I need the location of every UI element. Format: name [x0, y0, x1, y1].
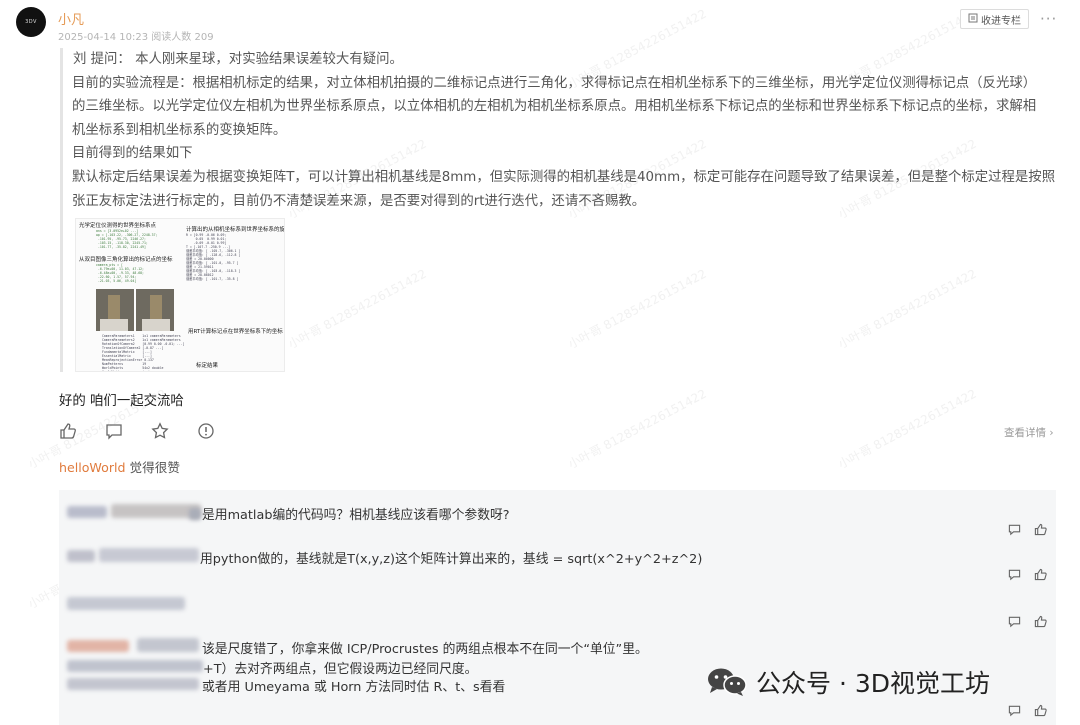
wechat-brand-watermark: 公众号 · 3D视觉工坊 [706, 664, 990, 700]
quote-line: 机坐标系到相机坐标系的变换矩阵。 [72, 122, 287, 138]
collect-label: 收进专栏 [981, 15, 1021, 27]
liked-by: helloWorld 觉得很赞 [59, 457, 180, 476]
avatar-logo: 3DV [25, 19, 37, 25]
wechat-icon [706, 667, 748, 697]
result-screenshot-image[interactable]: 光学定位仪测得的世界坐标系点 ans = [3.0952e+02 ...] wp… [75, 218, 285, 372]
figure-caption: 计算出的从相机坐标系到世界坐标系的旋转平移矩阵 [186, 227, 285, 233]
collect-button[interactable]: 收进专栏 [960, 9, 1029, 29]
figure-caption: 用RT计算标记点在世界坐标系下的坐标 [188, 329, 283, 335]
liked-user[interactable]: helloWorld [59, 460, 126, 475]
quote-line: 刘 提问： 本人刚来星球，对实验结果误差较大有疑问。 [73, 52, 403, 67]
more-menu-icon[interactable]: ··· [1040, 10, 1057, 28]
thumbs-up-icon[interactable] [1033, 614, 1047, 628]
quote-line: 张正友标定法进行标定的，目前仍不清楚误差来源，是否要对得到的rt进行迭代，还请不… [72, 193, 646, 209]
reply-icon[interactable] [1007, 522, 1021, 536]
quote-line: 目前得到的结果如下 [72, 146, 193, 162]
reply-text: 好的 咱们一起交流哈 [59, 394, 184, 409]
comment-actions [1007, 522, 1047, 536]
quoted-question: 刘 提问： 本人刚来星球，对实验结果误差较大有疑问。 目前的实验流程是：根据相机… [60, 48, 1060, 372]
figure-caption: 从双目图像三角化算出的标记点的坐标 [79, 257, 173, 263]
comment-actions [1007, 614, 1047, 628]
action-bar [59, 422, 215, 440]
comment-text: 是用matlab编的代码吗？相机基线应该看哪个参数呀? [202, 508, 510, 523]
reply-icon[interactable] [1007, 614, 1021, 628]
view-detail-link[interactable]: 查看详情 › [1004, 425, 1054, 440]
reply-icon[interactable] [1007, 567, 1021, 581]
collect-icon [968, 13, 978, 26]
quote-line: 目前的实验流程是：根据相机标定的结果，对立体相机拍摄的二维标记点进行三角化，求得… [72, 75, 1037, 91]
alert-circle-icon[interactable] [197, 422, 215, 440]
quote-line: 默认标定后结果误差为根据变换矩阵T，可以计算出相机基线是8mm，但实际测得的相机… [72, 169, 1056, 185]
comment-icon[interactable] [105, 422, 123, 440]
comment-line: +T）去对齐两组点，但它假设两边已经同尺度。 [203, 662, 478, 677]
figure-caption: 光学定位仪测得的世界坐标系点 [79, 223, 157, 229]
star-icon[interactable] [151, 422, 169, 440]
author-name[interactable]: 小凡 [58, 9, 84, 28]
quote-line: 的三维坐标。以光学定位仪左相机为世界坐标系原点，以立体相机的左相机为相机坐标系原… [72, 99, 1037, 115]
comment-line: 该是尺度错了，你拿来做 ICP/Procrustes 的两组点根本不在同一个“单… [202, 642, 648, 657]
thumbs-up-icon[interactable] [1033, 567, 1047, 581]
figure-caption: 标定结果 [196, 363, 219, 369]
thumbs-up-icon[interactable] [1033, 703, 1047, 717]
post-meta: 2025-04-14 10:23 阅读人数 209 [58, 32, 214, 43]
reply-icon[interactable] [1007, 703, 1021, 717]
comment-actions [1007, 567, 1047, 581]
comment-text: 用python做的，基线就是T(x,y,z)这个矩阵计算出来的，基线 = sqr… [200, 552, 703, 567]
liked-text: 觉得很赞 [125, 460, 180, 475]
comment-line: 或者用 Umeyama 或 Horn 方法同时估 R、t、s看看 [202, 680, 506, 695]
thumbs-up-icon[interactable] [1033, 522, 1047, 536]
brand-label: 公众号 · 3D视觉工坊 [756, 669, 990, 698]
thumbs-up-icon[interactable] [59, 422, 77, 440]
avatar[interactable]: 3DV [16, 7, 46, 37]
comment-actions [1007, 703, 1047, 717]
